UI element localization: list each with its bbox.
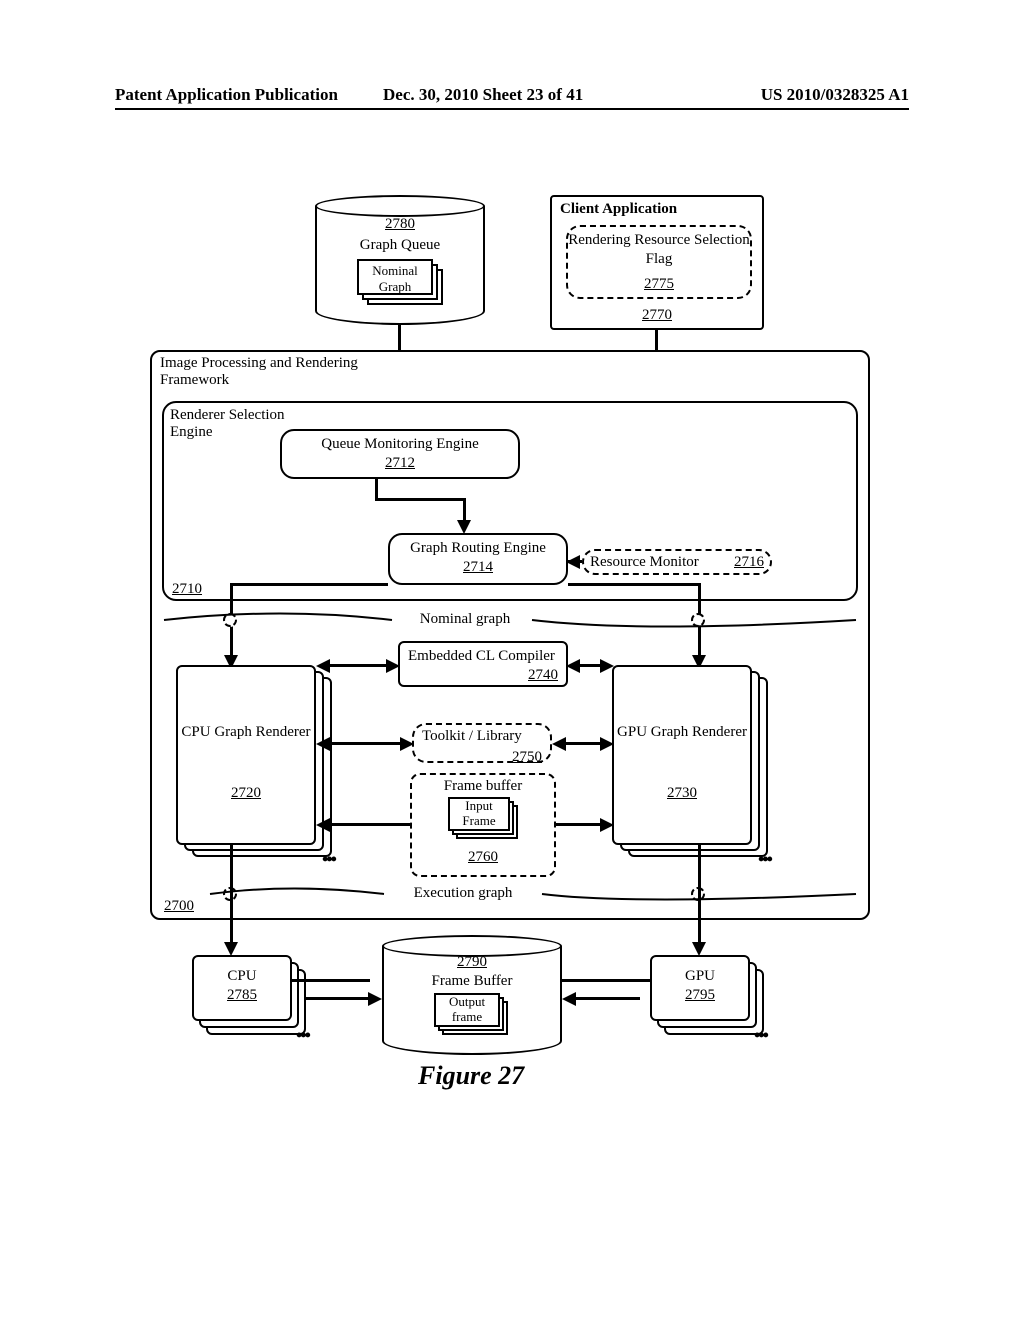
gpu-graph-renderer: GPU Graph Renderer 2730 bbox=[612, 665, 752, 845]
frame-buffer-input-item: Input Frame bbox=[448, 797, 510, 831]
resource-monitor: Resource Monitor 2716 bbox=[582, 549, 772, 575]
gpu-box: GPU 2795 bbox=[650, 955, 750, 1021]
resource-monitor-ref: 2716 bbox=[734, 553, 764, 572]
toolkit-library-ref: 2750 bbox=[512, 748, 542, 767]
graph-routing-engine-ref: 2714 bbox=[390, 558, 566, 577]
queue-monitoring-engine-ref: 2712 bbox=[282, 454, 518, 473]
cpu-ref: 2785 bbox=[194, 986, 290, 1005]
toolkit-library-title: Toolkit / Library bbox=[422, 728, 522, 744]
client-application-title: Client Application bbox=[560, 201, 677, 218]
figure-caption: Figure 27 bbox=[418, 1061, 524, 1091]
frame-buffer-output-title: Frame Buffer bbox=[382, 972, 562, 991]
cpu-graph-renderer: CPU Graph Renderer 2720 bbox=[176, 665, 316, 845]
cpu-graph-renderer-ref: 2720 bbox=[178, 784, 314, 803]
cpu-title: CPU bbox=[194, 957, 290, 986]
rendering-resource-flag-box: Rendering Resource Selection Flag 2775 bbox=[566, 225, 752, 299]
embedded-cl-compiler-ref: 2740 bbox=[528, 666, 558, 685]
gpu-title: GPU bbox=[652, 957, 748, 986]
graph-queue-ref: 2780 bbox=[315, 215, 485, 234]
graph-queue-title: Graph Queue bbox=[315, 236, 485, 255]
resource-monitor-title: Resource Monitor bbox=[590, 554, 699, 570]
header-right: US 2010/0328325 A1 bbox=[761, 85, 909, 105]
graph-routing-engine-title: Graph Routing Engine bbox=[390, 535, 566, 558]
graph-queue-cylinder: 2780 Graph Queue Nominal Graph bbox=[315, 195, 485, 325]
frame-buffer-output-cylinder: 2790 Frame Buffer Output frame bbox=[382, 935, 562, 1055]
graph-queue-item: Nominal Graph bbox=[357, 259, 433, 295]
gpu-graph-renderer-title: GPU Graph Renderer bbox=[614, 667, 750, 742]
figure-diagram: 2780 Graph Queue Nominal Graph Client Ap… bbox=[150, 195, 870, 1095]
frame-buffer-input-title: Frame buffer bbox=[412, 775, 554, 796]
header-center: Dec. 30, 2010 Sheet 23 of 41 bbox=[383, 85, 583, 105]
frame-buffer-output-ref: 2790 bbox=[382, 953, 562, 972]
graph-routing-engine: Graph Routing Engine 2714 bbox=[388, 533, 568, 585]
frame-buffer-output-item: Output frame bbox=[434, 993, 500, 1027]
rendering-resource-flag-title: Rendering Resource Selection Flag bbox=[568, 227, 750, 269]
queue-monitoring-engine: Queue Monitoring Engine 2712 bbox=[280, 429, 520, 479]
cpu-box: CPU 2785 bbox=[192, 955, 292, 1021]
toolkit-library: Toolkit / Library 2750 bbox=[412, 723, 552, 763]
rendering-resource-flag-ref: 2775 bbox=[568, 275, 750, 294]
header-rule bbox=[115, 108, 909, 110]
nominal-graph-label: Nominal graph bbox=[400, 611, 530, 628]
embedded-cl-compiler: Embedded CL Compiler 2740 bbox=[398, 641, 568, 687]
renderer-selection-engine-ref: 2710 bbox=[172, 581, 202, 598]
gpu-graph-renderer-ref: 2730 bbox=[614, 784, 750, 803]
embedded-cl-compiler-title: Embedded CL Compiler bbox=[408, 648, 555, 664]
execution-graph-label: Execution graph bbox=[388, 885, 538, 902]
cpu-graph-renderer-title: CPU Graph Renderer bbox=[178, 667, 314, 742]
framework-title: Image Processing and Rendering Framework bbox=[160, 355, 360, 389]
gpu-ref: 2795 bbox=[652, 986, 748, 1005]
client-application-box: Client Application Rendering Resource Se… bbox=[550, 195, 764, 330]
frame-buffer-input-ref: 2760 bbox=[412, 848, 554, 867]
client-application-ref: 2770 bbox=[552, 307, 762, 324]
frame-buffer-input: Frame buffer Input Frame 2760 bbox=[410, 773, 556, 877]
header-left: Patent Application Publication bbox=[115, 85, 338, 105]
queue-monitoring-engine-title: Queue Monitoring Engine bbox=[282, 431, 518, 454]
